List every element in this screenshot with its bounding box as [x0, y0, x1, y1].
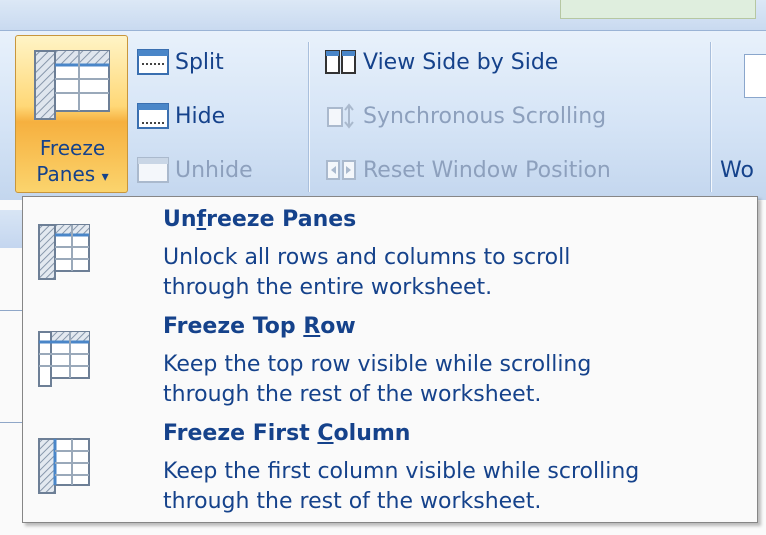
hide-icon — [137, 103, 169, 129]
menu-item-freeze-first-column[interactable]: Freeze First Column Keep the first colum… — [23, 411, 757, 516]
split-icon — [137, 49, 169, 75]
menu-item-title: Freeze Top Row — [163, 314, 356, 339]
view-side-by-side-icon — [325, 50, 356, 74]
group-separator — [710, 42, 711, 192]
freeze-first-column-icon — [38, 438, 90, 494]
view-side-by-side-label: View Side by Side — [363, 49, 559, 75]
synchronous-scrolling-label: Synchronous Scrolling — [363, 103, 607, 129]
unhide-button: Unhide — [137, 152, 253, 188]
freeze-panes-label-line1: Freeze — [39, 136, 106, 160]
partial-button-fragment[interactable] — [744, 54, 766, 98]
group-separator — [308, 42, 309, 192]
menu-item-description: Keep the top row visible while scrolling… — [163, 352, 592, 407]
view-side-by-side-button[interactable]: View Side by Side — [325, 44, 558, 80]
reset-window-position-icon — [326, 160, 356, 180]
split-label: Split — [175, 49, 224, 75]
cut-off-group-label: Wo — [720, 158, 754, 183]
hide-button[interactable]: Hide — [137, 98, 225, 134]
freeze-panes-label-line2: Panes ▾ — [36, 162, 109, 186]
synchronous-scrolling-icon — [327, 103, 354, 129]
menu-item-unfreeze-panes[interactable]: Unfreeze Panes Unlock all rows and colum… — [23, 197, 757, 302]
reset-window-position-label: Reset Window Position — [363, 157, 611, 183]
chevron-down-icon: ▾ — [101, 169, 109, 185]
synchronous-scrolling-button: Synchronous Scrolling — [325, 98, 606, 134]
menu-item-description: Keep the first column visible while scro… — [163, 459, 640, 514]
menu-item-description: Unlock all rows and columns to scroll th… — [163, 245, 571, 300]
freeze-panes-icon — [34, 50, 110, 120]
menu-item-title: Freeze First Column — [163, 421, 411, 446]
ribbon-tab-fragment[interactable] — [560, 0, 756, 19]
freeze-panes-menu: Unfreeze Panes Unlock all rows and colum… — [22, 196, 758, 523]
freeze-panes-button[interactable]: Freeze Panes ▾ — [15, 35, 128, 193]
menu-item-freeze-top-row[interactable]: Freeze Top Row Keep the top row visible … — [23, 304, 757, 409]
unfreeze-panes-icon — [38, 224, 90, 280]
reset-window-position-button: Reset Window Position — [325, 152, 611, 188]
freeze-top-row-icon — [38, 331, 90, 387]
split-button[interactable]: Split — [137, 44, 224, 80]
unhide-label: Unhide — [175, 157, 253, 183]
unhide-icon — [137, 157, 169, 183]
menu-item-title: Unfreeze Panes — [163, 207, 357, 232]
hide-label: Hide — [175, 103, 226, 129]
title-strip — [0, 0, 766, 30]
